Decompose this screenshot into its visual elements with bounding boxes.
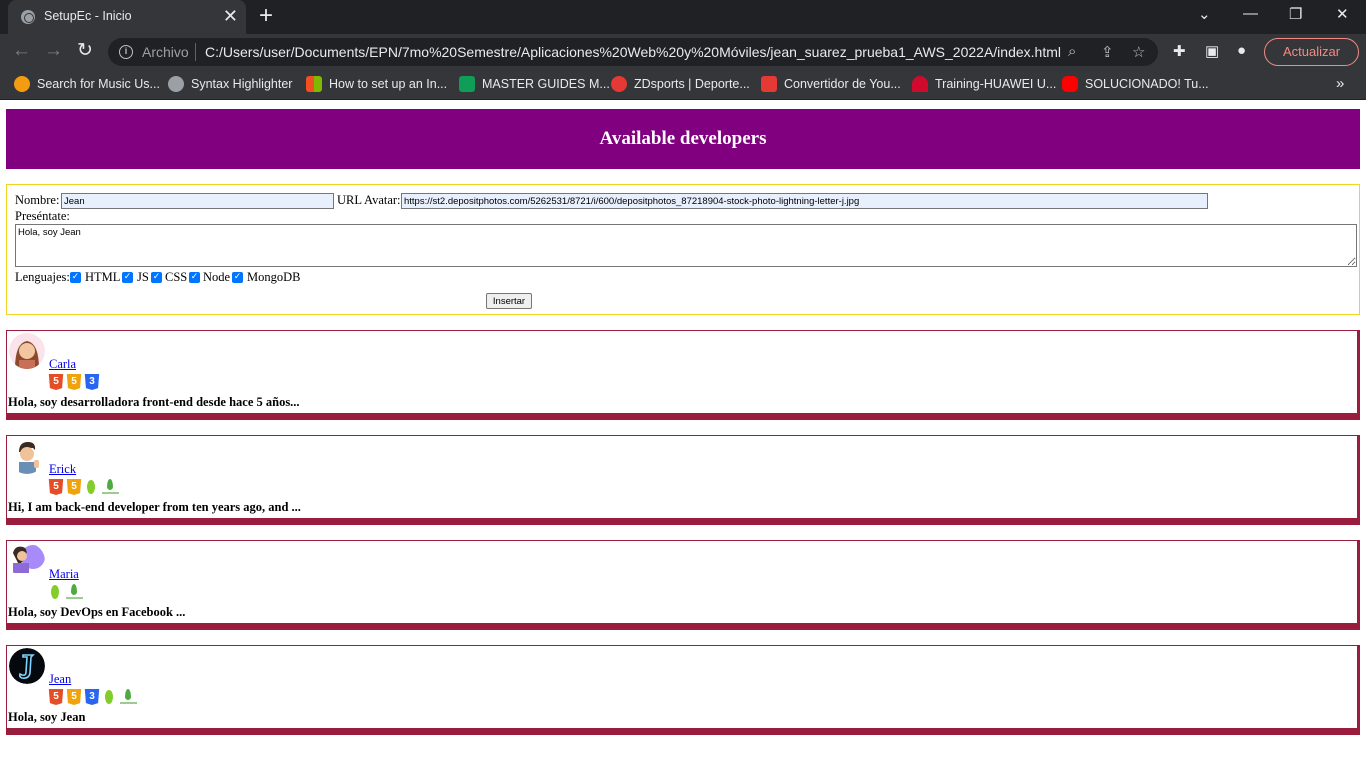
developer-card: Carla 553 Hola, soy desarrolladora front… bbox=[6, 330, 1360, 420]
avatar bbox=[9, 648, 45, 684]
css3-icon: 3 bbox=[84, 374, 100, 390]
update-button[interactable]: Actualizar bbox=[1264, 38, 1359, 66]
css-checkbox-label: CSS bbox=[165, 270, 188, 284]
bookmark-item[interactable]: Syntax Highlighter bbox=[168, 76, 292, 94]
close-window-button[interactable]: ✕ bbox=[1336, 5, 1349, 23]
back-button[interactable]: ← bbox=[12, 40, 31, 62]
bookmark-item[interactable]: MASTER GUIDES M... bbox=[459, 76, 610, 94]
zdsports-icon bbox=[611, 76, 627, 92]
mongodb-checkbox[interactable]: ✓ bbox=[232, 272, 243, 283]
js-icon: 5 bbox=[66, 374, 82, 390]
tab-search-icon[interactable]: ⌄ bbox=[1198, 5, 1211, 23]
intro-textarea[interactable]: Hola, soy Jean bbox=[15, 224, 1357, 267]
globe-icon bbox=[168, 76, 184, 92]
language-icons: 553 bbox=[48, 689, 142, 706]
mongodb-checkbox-label: MongoDB bbox=[247, 270, 301, 284]
music-search-icon bbox=[14, 76, 30, 92]
bookmark-item[interactable]: How to set up an In... bbox=[306, 76, 447, 94]
developer-description: Hola, soy Jean bbox=[8, 710, 86, 724]
avatar-url-label: URL Avatar: bbox=[337, 193, 401, 207]
css-checkbox[interactable]: ✓ bbox=[151, 272, 162, 283]
side-panel-icon[interactable]: ▣ bbox=[1205, 42, 1219, 60]
globe-icon bbox=[21, 10, 35, 24]
name-input[interactable] bbox=[61, 193, 334, 209]
info-icon[interactable]: i bbox=[119, 45, 133, 59]
mongodb-icon bbox=[100, 479, 122, 495]
js-icon: 5 bbox=[66, 689, 82, 705]
browser-toolbar: ← → ↻ i Archivo C:/Users/user/Documents/… bbox=[0, 34, 1366, 70]
mongodb-icon bbox=[64, 584, 86, 600]
html5-icon: 5 bbox=[48, 374, 64, 390]
nodejs-icon bbox=[48, 584, 62, 600]
intro-label: Preséntate: bbox=[15, 209, 70, 223]
js-icon: 5 bbox=[66, 479, 82, 495]
developer-card: Erick 55 Hi, I am back-end developer fro… bbox=[6, 435, 1360, 525]
converter-icon bbox=[761, 76, 777, 92]
address-scheme: Archivo bbox=[142, 44, 189, 60]
developer-name-link[interactable]: Jean bbox=[49, 672, 71, 687]
sheets-icon bbox=[459, 76, 475, 92]
html-checkbox[interactable]: ✓ bbox=[70, 272, 81, 283]
css3-icon: 3 bbox=[84, 689, 100, 705]
html5-icon: 5 bbox=[48, 479, 64, 495]
developer-card: Maria Hola, soy DevOps en Facebook ... bbox=[6, 540, 1360, 630]
nodejs-icon bbox=[84, 479, 98, 495]
developer-form: Nombre: URL Avatar: Preséntate: Hola, so… bbox=[6, 184, 1360, 315]
html-checkbox-label: HTML bbox=[85, 270, 121, 284]
browser-tab[interactable]: SetupEc - Inicio ✕ bbox=[8, 0, 246, 34]
insert-button[interactable]: Insertar bbox=[486, 293, 532, 309]
node-checkbox-label: Node bbox=[203, 270, 231, 284]
js-checkbox-label: JS bbox=[137, 270, 149, 284]
bookmark-item[interactable]: Search for Music Us... bbox=[14, 76, 160, 94]
reload-button[interactable]: ↻ bbox=[77, 40, 93, 62]
language-icons: 55 bbox=[48, 479, 124, 496]
avatar-url-input[interactable] bbox=[401, 193, 1208, 209]
bookmark-item[interactable]: Convertidor de You... bbox=[761, 76, 901, 94]
js-checkbox[interactable]: ✓ bbox=[122, 272, 133, 283]
extensions-icon[interactable]: ✚ bbox=[1173, 42, 1186, 60]
developer-description: Hola, soy desarrolladora front-end desde… bbox=[8, 395, 300, 409]
avatar bbox=[9, 438, 45, 474]
address-bar[interactable]: i Archivo C:/Users/user/Documents/EPN/7m… bbox=[108, 38, 1158, 66]
bookmark-item[interactable]: ZDsports | Deporte... bbox=[611, 76, 750, 94]
huawei-icon bbox=[912, 76, 928, 92]
minimize-button[interactable]: — bbox=[1243, 5, 1258, 22]
avatar bbox=[9, 543, 45, 579]
developer-description: Hola, soy DevOps en Facebook ... bbox=[8, 605, 186, 619]
browser-tab-strip: SetupEc - Inicio ✕ + ⌄ — ❐ ✕ bbox=[0, 0, 1366, 34]
profile-icon[interactable]: ● bbox=[1237, 42, 1246, 59]
developer-name-link[interactable]: Maria bbox=[49, 567, 79, 582]
new-tab-button[interactable]: + bbox=[259, 3, 273, 29]
microsoft-icon bbox=[306, 76, 322, 92]
tab-title: SetupEc - Inicio bbox=[44, 9, 132, 23]
language-icons bbox=[48, 584, 88, 601]
developer-description: Hi, I am back-end developer from ten yea… bbox=[8, 500, 301, 514]
nodejs-icon bbox=[102, 689, 116, 705]
avatar bbox=[9, 333, 45, 369]
address-divider bbox=[195, 43, 196, 61]
tab-close-icon[interactable]: ✕ bbox=[223, 6, 238, 26]
mongodb-icon bbox=[118, 689, 140, 705]
bookmarks-overflow-icon[interactable]: » bbox=[1336, 75, 1344, 92]
html5-icon: 5 bbox=[48, 689, 64, 705]
zoom-icon[interactable]: ⌕ bbox=[1068, 43, 1076, 60]
bookmarks-bar: Search for Music Us... Syntax Highlighte… bbox=[0, 70, 1366, 100]
developer-card: Jean 553 Hola, soy Jean bbox=[6, 645, 1360, 735]
page-title: Available developers bbox=[6, 109, 1360, 169]
restore-button[interactable]: ❐ bbox=[1289, 5, 1302, 23]
developer-name-link[interactable]: Carla bbox=[49, 357, 76, 372]
bookmark-star-icon[interactable]: ☆ bbox=[1132, 43, 1145, 61]
youtube-icon bbox=[1062, 76, 1078, 92]
name-label: Nombre: bbox=[15, 193, 60, 207]
developer-name-link[interactable]: Erick bbox=[49, 462, 76, 477]
bookmark-item[interactable]: Training-HUAWEI U... bbox=[912, 76, 1056, 94]
language-icons: 553 bbox=[48, 374, 102, 391]
node-checkbox[interactable]: ✓ bbox=[189, 272, 200, 283]
languages-label: Lenguajes: bbox=[15, 270, 70, 284]
address-url[interactable]: C:/Users/user/Documents/EPN/7mo%20Semest… bbox=[205, 44, 1061, 60]
forward-button[interactable]: → bbox=[44, 40, 63, 62]
bookmark-item[interactable]: SOLUCIONADO! Tu... bbox=[1062, 76, 1209, 94]
share-icon[interactable]: ⇪ bbox=[1101, 43, 1114, 61]
